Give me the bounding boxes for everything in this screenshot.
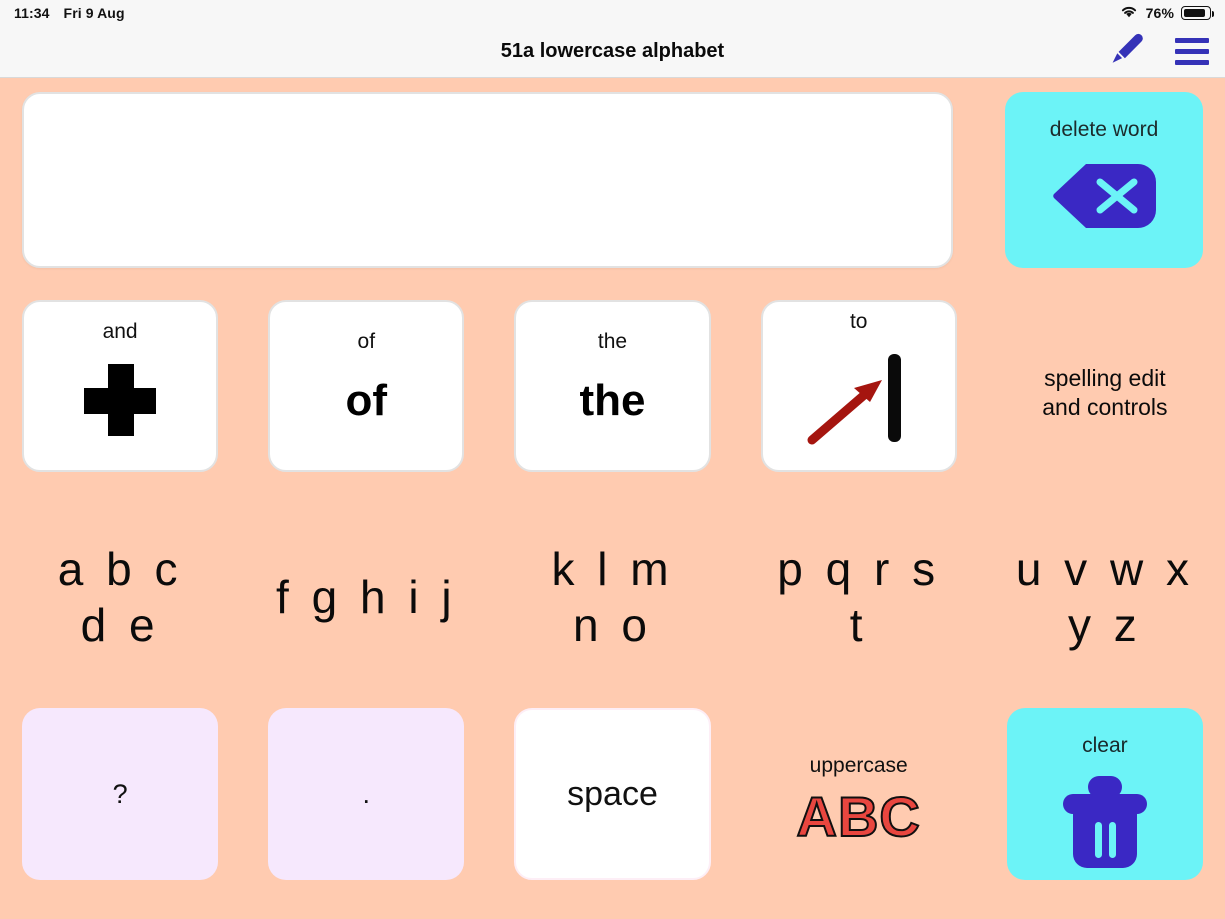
space-label: space [567,774,658,813]
alphabet-row: a b c d e f g h i j k l m n o p q r s t [22,504,1203,676]
word-label: and [102,320,138,343]
letters-line1: a b c [57,542,183,595]
punct-symbol: . [362,778,371,809]
word-cell-of[interactable]: of of [268,300,465,472]
word-cell-and[interactable]: and [22,300,219,472]
backspace-delete-icon [1052,164,1156,228]
word-cell-the[interactable]: the the [514,300,711,472]
folder-fghij[interactable]: f g h i j [268,504,464,676]
uppercase-abc-text: ABC [796,784,921,849]
words-row: and of of the the to spelling edit and c… [22,300,1203,472]
trash-icon [1059,774,1151,875]
cell-question-mark[interactable]: ? [22,708,219,880]
battery-percent: 76% [1145,5,1174,21]
status-date: Fri 9 Aug [63,5,125,21]
folder-abcde[interactable]: a b c d e [22,504,218,676]
top-row: delete word [22,92,1203,268]
letters-line2: n o [573,599,652,651]
word-label: of [357,330,376,353]
delete-word-button[interactable]: delete word [1005,92,1203,268]
hamburger-menu-icon[interactable] [1175,38,1209,65]
word-label: the [597,330,628,353]
letters-line1: f g h i j [276,570,457,623]
status-bar: 11:34 Fri 9 Aug 76% [0,0,1225,26]
punct-symbol: ? [112,778,128,809]
letters-line2: y z [1068,599,1142,651]
clear-button[interactable]: clear [1006,708,1203,880]
text-display-area[interactable] [22,92,953,268]
plus-icon [84,364,157,436]
folder-label-line1: spelling edit [1044,364,1166,391]
battery-icon [1181,6,1214,20]
folder-spelling-edit-and-controls[interactable]: spelling edit and controls [1007,300,1203,472]
word-symbol: the [579,376,646,425]
letters-line1: u v w x [1015,542,1194,595]
page-title: 51a lowercase alphabet [500,40,725,62]
pencil-icon[interactable] [1107,32,1147,71]
letters-line1: p q r s t [777,542,941,651]
folder-klmno[interactable]: k l m n o [514,504,710,676]
cell-period[interactable]: . [268,708,465,880]
bottom-row: ? . space uppercase ABC clear [22,708,1203,880]
wifi-icon [1119,4,1139,22]
main-content: delete word and of of the the to spellin… [0,78,1225,918]
delete-word-label: delete word [1049,118,1159,141]
status-bar-right: 76% [1119,4,1214,22]
folder-pqrst[interactable]: p q r s t [761,504,957,676]
status-time: 11:34 [14,5,50,21]
clear-label: clear [1082,734,1128,757]
status-bar-left: 11:34 Fri 9 Aug [14,5,125,21]
title-bar-actions [1107,32,1209,71]
letters-line2: d e [80,599,160,651]
arrow-to-bar-icon [804,348,914,446]
word-cell-to[interactable]: to [760,300,957,472]
title-bar: 51a lowercase alphabet [0,26,1225,78]
uppercase-label: uppercase [809,753,908,777]
word-label: to [849,310,868,333]
word-symbol: of [345,376,388,425]
folder-label-line2: and controls [1042,394,1168,420]
letters-line1: k l m [551,542,674,595]
cell-space[interactable]: space [514,708,711,880]
folder-uvwxyz[interactable]: u v w x y z [1007,504,1203,676]
folder-uppercase[interactable]: uppercase ABC [761,708,957,880]
